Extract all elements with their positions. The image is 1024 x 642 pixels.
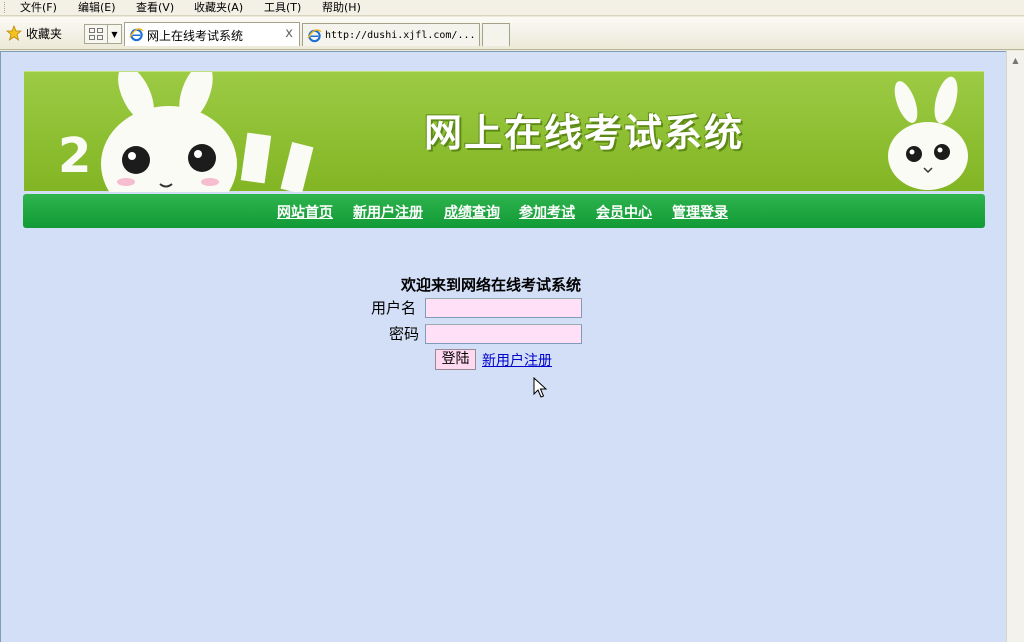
bunny-icon-right <box>888 76 968 190</box>
mouse-cursor-icon <box>533 377 547 398</box>
vertical-scrollbar[interactable]: ▲ <box>1006 51 1024 642</box>
grid-icon-cell <box>89 35 95 40</box>
tab-exam-system[interactable]: 网上在线考试系统 x <box>124 22 300 46</box>
main-nav: 网站首页 新用户注册 成绩查询 参加考试 会员中心 管理登录 <box>23 194 985 228</box>
nav-register[interactable]: 新用户注册 <box>353 202 423 222</box>
nav-take-exam[interactable]: 参加考试 <box>519 202 575 222</box>
favorites-button[interactable]: 收藏夹 <box>26 25 62 42</box>
grid-icon <box>89 28 95 33</box>
password-input[interactable] <box>425 324 582 344</box>
menu-file[interactable]: 文件(F) <box>20 0 57 16</box>
tab-toolbar: 收藏夹 ▼ 网上在线考试系统 x http://dushi.xjfl.com/.… <box>0 17 1024 50</box>
menu-tools[interactable]: 工具(T) <box>264 0 301 16</box>
username-label: 用户名 <box>371 299 417 317</box>
nav-score-query[interactable]: 成绩查询 <box>444 202 500 222</box>
close-icon[interactable]: x <box>285 26 293 41</box>
nav-admin-login[interactable]: 管理登录 <box>672 202 728 222</box>
welcome-heading: 欢迎来到网络在线考试系统 <box>401 276 582 294</box>
page-viewport: 2 网上在线考试系统 网站首页 新用户注册 成绩查询 参加考试 会员中心 管理登… <box>0 51 1006 642</box>
new-tab-button[interactable] <box>482 23 510 46</box>
menu-bar-grip <box>4 2 7 13</box>
grid-icon-cell <box>97 35 103 40</box>
ie-icon <box>129 28 144 42</box>
register-link[interactable]: 新用户注册 <box>482 350 552 370</box>
ie-icon <box>307 29 322 43</box>
tab-list-dropdown[interactable]: ▼ <box>108 24 122 44</box>
menu-help[interactable]: 帮助(H) <box>322 0 361 16</box>
tab-dushi[interactable]: http://dushi.xjfl.com/... <box>302 23 480 46</box>
grid-icon-cell <box>97 28 103 33</box>
quick-tabs-button[interactable] <box>84 24 108 44</box>
star-icon[interactable] <box>6 25 22 41</box>
tab-label: http://dushi.xjfl.com/... <box>325 30 476 41</box>
username-input[interactable] <box>425 298 582 318</box>
nav-member-center[interactable]: 会员中心 <box>596 202 652 222</box>
menu-edit[interactable]: 编辑(E) <box>78 0 116 16</box>
menu-view[interactable]: 查看(V) <box>136 0 174 16</box>
banner-decoration-digit: 2 <box>58 128 92 184</box>
scroll-up-arrow-icon[interactable]: ▲ <box>1008 53 1023 68</box>
menu-favorites[interactable]: 收藏夹(A) <box>194 0 243 16</box>
tab-label: 网上在线考试系统 <box>147 29 244 43</box>
banner-title: 网上在线考试系统 <box>424 111 745 155</box>
nav-home[interactable]: 网站首页 <box>277 202 333 222</box>
menu-bar: 文件(F) 编辑(E) 查看(V) 收藏夹(A) 工具(T) 帮助(H) <box>0 0 1024 16</box>
password-label: 密码 <box>389 325 420 343</box>
login-button[interactable]: 登陆 <box>435 349 476 370</box>
site-banner: 2 网上在线考试系统 <box>24 71 984 192</box>
